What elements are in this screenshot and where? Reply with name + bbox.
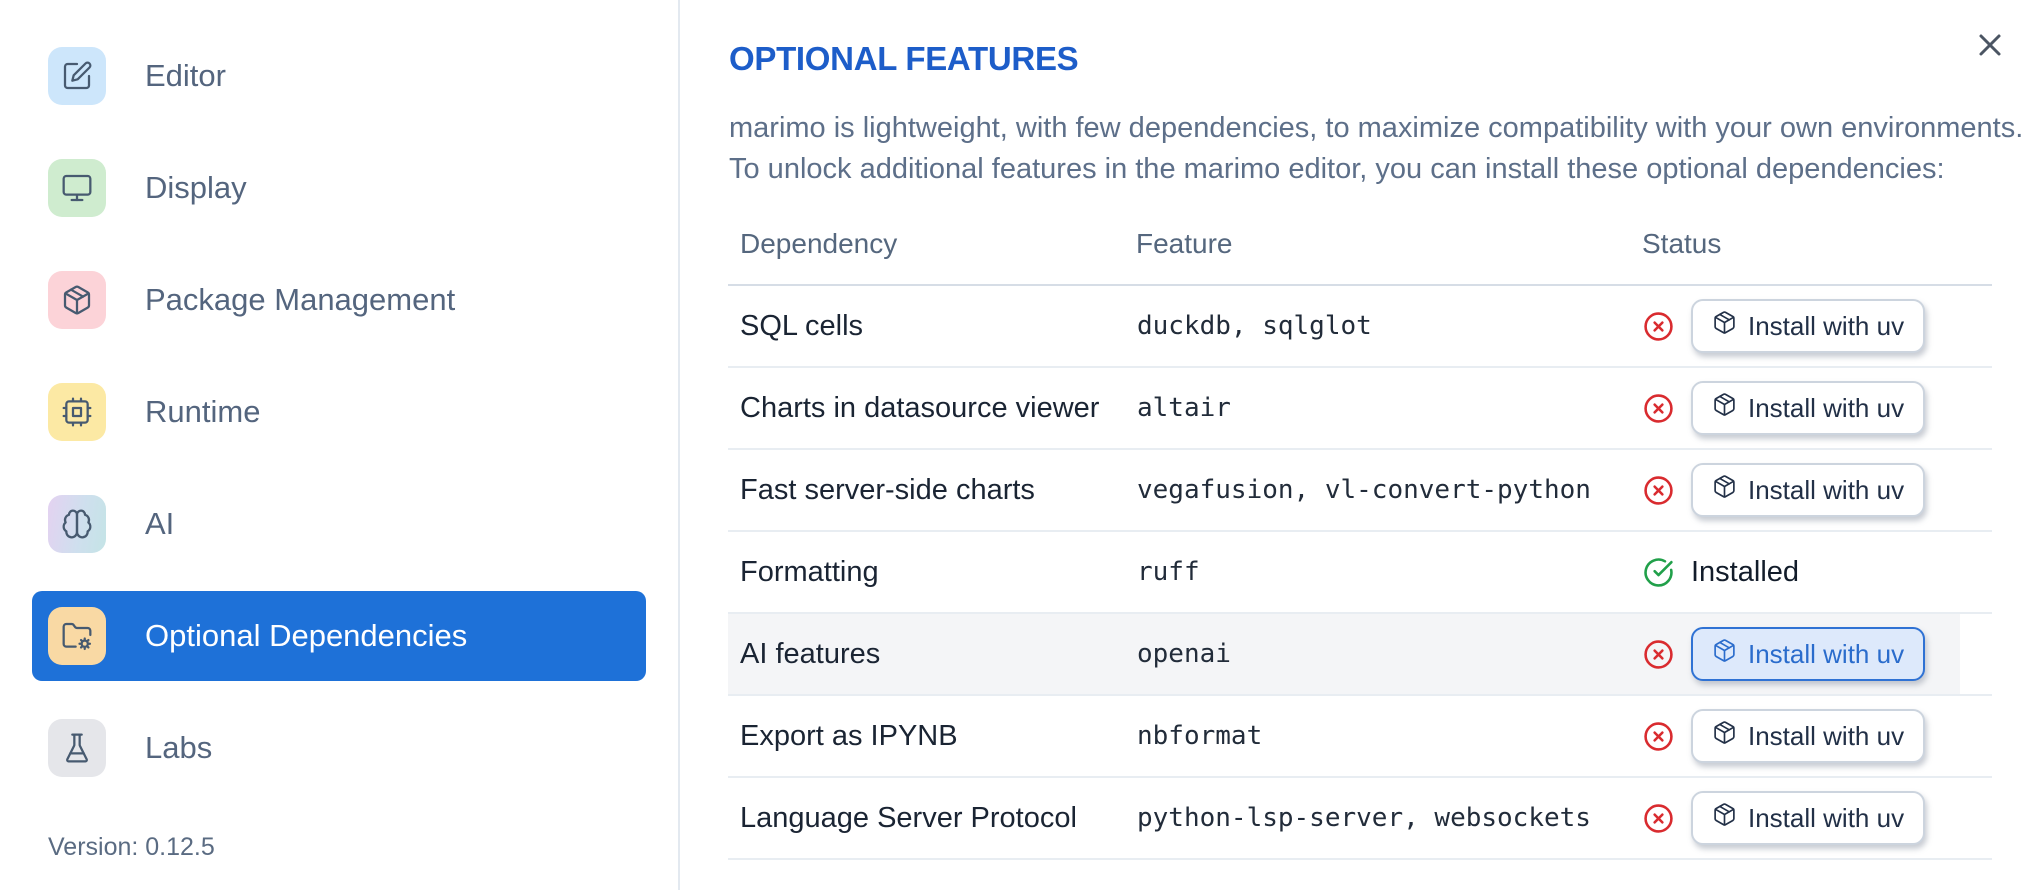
cpu-icon	[48, 383, 106, 441]
status-cell: Install with uv	[1640, 777, 1960, 860]
status-cell: Install with uv	[1640, 285, 1960, 368]
package-icon	[1712, 638, 1737, 670]
install-button-label: Install with uv	[1748, 474, 1905, 505]
table-row: Formatting ruff Installed	[728, 531, 1992, 614]
feature-cell: ruff	[1136, 531, 1640, 614]
dependencies-table: Dependency Feature Status SQL cells duck…	[728, 222, 1992, 860]
install-with-uv-button[interactable]: Install with uv	[1691, 381, 1926, 435]
status-cell: Installed	[1640, 531, 1960, 614]
table-body: SQL cells duckdb, sqlglot Install with u…	[728, 285, 1992, 860]
row-gutter	[1960, 367, 1992, 450]
sidebar-item-label: Runtime	[145, 394, 261, 429]
install-button-label: Install with uv	[1748, 638, 1905, 669]
sidebar-nav: Editor Display Package Management Runtim…	[0, 31, 678, 793]
flask-icon	[48, 719, 106, 777]
status-cell: Install with uv	[1640, 367, 1960, 450]
dependency-cell: Language Server Protocol	[728, 777, 1136, 860]
dependency-cell: Fast server-side charts	[728, 449, 1136, 532]
row-gutter	[1960, 613, 1992, 696]
monitor-icon	[48, 159, 106, 217]
row-gutter	[1960, 285, 1992, 368]
brain-icon	[48, 495, 106, 553]
dependency-cell: SQL cells	[728, 285, 1136, 368]
install-button-label: Install with uv	[1748, 392, 1905, 423]
install-with-uv-button[interactable]: Install with uv	[1691, 627, 1926, 681]
column-header-feature: Feature	[1136, 222, 1640, 286]
close-icon	[1972, 27, 2008, 66]
circle-x-icon	[1643, 721, 1674, 752]
panel-description: marimo is lightweight, with few dependen…	[729, 112, 2024, 185]
sidebar-item-display[interactable]: Display	[32, 143, 646, 233]
column-header-gutter	[1960, 222, 1992, 286]
row-gutter	[1960, 531, 1992, 614]
install-with-uv-button[interactable]: Install with uv	[1691, 791, 1926, 845]
installed-label: Installed	[1691, 555, 1800, 588]
column-header-status: Status	[1640, 222, 1960, 286]
circle-x-icon	[1643, 311, 1674, 342]
sidebar-item-package-management[interactable]: Package Management	[32, 255, 646, 345]
table-row: Charts in datasource viewer altair Insta…	[728, 367, 1992, 450]
sidebar-item-label: Display	[145, 170, 247, 205]
sidebar-item-label: Optional Dependencies	[145, 618, 468, 653]
table-row: AI features openai Install with uv	[728, 613, 1992, 696]
sidebar-item-optional-dependencies[interactable]: Optional Dependencies	[32, 591, 646, 681]
feature-cell: nbformat	[1136, 695, 1640, 778]
folder-cog-icon	[48, 607, 106, 665]
column-header-dependency: Dependency	[728, 222, 1136, 286]
sidebar-item-labs[interactable]: Labs	[32, 703, 646, 793]
feature-cell: python-lsp-server, websockets	[1136, 777, 1640, 860]
version-label: Version: 0.12.5	[48, 833, 215, 861]
status-cell: Install with uv	[1640, 449, 1960, 532]
install-button-label: Install with uv	[1748, 720, 1905, 751]
install-with-uv-button[interactable]: Install with uv	[1691, 709, 1926, 763]
package-icon	[1712, 310, 1737, 342]
status-cell: Install with uv	[1640, 695, 1960, 778]
sidebar-item-label: Editor	[145, 58, 226, 93]
feature-cell: duckdb, sqlglot	[1136, 285, 1640, 368]
install-with-uv-button[interactable]: Install with uv	[1691, 299, 1926, 353]
row-gutter	[1960, 695, 1992, 778]
circle-x-icon	[1643, 475, 1674, 506]
sidebar-item-ai[interactable]: AI	[32, 479, 646, 569]
table-row: SQL cells duckdb, sqlglot Install with u…	[728, 285, 1992, 368]
circle-x-icon	[1643, 393, 1674, 424]
install-button-label: Install with uv	[1748, 802, 1905, 833]
optional-features-panel: OPTIONAL FEATURES marimo is lightweight,…	[682, 0, 2042, 890]
table-row: Fast server-side charts vegafusion, vl-c…	[728, 449, 1992, 532]
table-row: Language Server Protocol python-lsp-serv…	[728, 777, 1992, 860]
circle-check-icon	[1643, 557, 1674, 588]
dependency-cell: Formatting	[728, 531, 1136, 614]
table-row: Export as IPYNB nbformat Install with uv	[728, 695, 1992, 778]
circle-x-icon	[1643, 639, 1674, 670]
sidebar-item-label: Package Management	[145, 282, 456, 317]
package-icon	[48, 271, 106, 329]
close-button[interactable]	[1966, 22, 2014, 70]
dependency-cell: AI features	[728, 613, 1136, 696]
install-with-uv-button[interactable]: Install with uv	[1691, 463, 1926, 517]
status-cell: Install with uv	[1640, 613, 1960, 696]
sidebar-item-runtime[interactable]: Runtime	[32, 367, 646, 457]
row-gutter	[1960, 449, 1992, 532]
feature-cell: openai	[1136, 613, 1640, 696]
circle-x-icon	[1643, 803, 1674, 834]
install-button-label: Install with uv	[1748, 310, 1905, 341]
settings-sidebar: Editor Display Package Management Runtim…	[0, 0, 680, 890]
package-icon	[1712, 392, 1737, 424]
sidebar-item-label: Labs	[145, 730, 213, 765]
package-icon	[1712, 802, 1737, 834]
dependency-cell: Charts in datasource viewer	[728, 367, 1136, 450]
package-icon	[1712, 474, 1737, 506]
row-gutter	[1960, 777, 1992, 860]
feature-cell: vegafusion, vl-convert-python	[1136, 449, 1640, 532]
feature-cell: altair	[1136, 367, 1640, 450]
square-pen-icon	[48, 47, 106, 105]
package-icon	[1712, 720, 1737, 752]
sidebar-item-label: AI	[145, 506, 175, 541]
dependency-cell: Export as IPYNB	[728, 695, 1136, 778]
page-title: OPTIONAL FEATURES	[729, 40, 1079, 77]
sidebar-item-editor[interactable]: Editor	[32, 31, 646, 121]
